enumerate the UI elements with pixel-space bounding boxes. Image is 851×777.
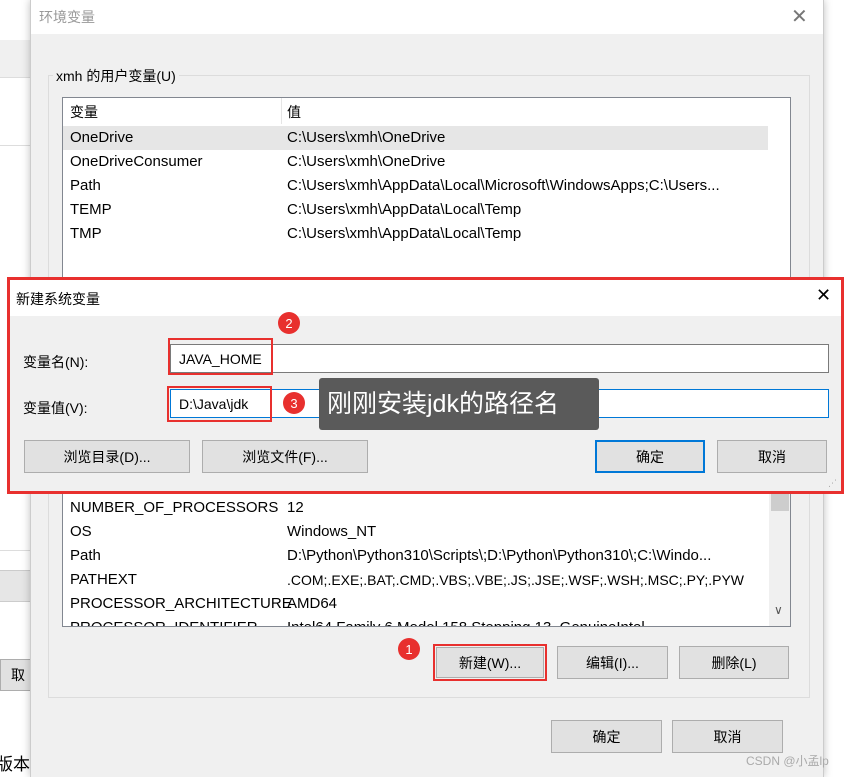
close-icon[interactable]: ✕ bbox=[816, 285, 831, 306]
background-cancel-button[interactable]: 取 bbox=[0, 659, 32, 691]
var-value: C:\Users\xmh\AppData\Local\Temp bbox=[287, 225, 522, 242]
user-variables-label: xmh 的用户变量(U) bbox=[53, 66, 179, 86]
background-version-text: 版本 bbox=[0, 755, 30, 774]
title-bar: 环境变量 ✕ bbox=[31, 0, 823, 34]
close-icon[interactable]: ✕ bbox=[791, 4, 808, 29]
new-var-cancel-button[interactable]: 取消 bbox=[717, 440, 827, 473]
table-row[interactable]: PROCESSOR_IDENTIFIER Intel64 Family 6 Mod… bbox=[63, 616, 768, 626]
browse-file-button[interactable]: 浏览文件(F)... bbox=[202, 440, 368, 473]
table-row[interactable]: PATHEXT .COM;.EXE;.BAT;.CMD;.VBS;.VBE;.JS… bbox=[63, 568, 768, 592]
annotation-tooltip: 刚刚安装jdk的路径名 bbox=[319, 378, 599, 430]
var-value: D:\Python\Python310\Scripts\;D:\Python\P… bbox=[287, 547, 712, 564]
scrollbar[interactable]: ∨ bbox=[769, 471, 790, 626]
table-row[interactable]: TEMP C:\Users\xmh\AppData\Local\Temp bbox=[63, 198, 768, 222]
browse-directory-button[interactable]: 浏览目录(D)... bbox=[24, 440, 190, 473]
var-value: C:\Users\xmh\AppData\Local\Temp bbox=[287, 201, 522, 218]
column-header-variable[interactable]: 变量 bbox=[70, 102, 98, 122]
column-header-value[interactable]: 值 bbox=[287, 102, 301, 122]
var-value: Intel64 Family 6 Model 158 Stepping 13, … bbox=[287, 616, 645, 626]
edit-variable-button[interactable]: 编辑(I)... bbox=[557, 646, 668, 679]
step-badge-1: 1 bbox=[398, 638, 420, 660]
var-value: 12 bbox=[287, 499, 304, 516]
var-name: TMP bbox=[70, 225, 102, 242]
step-badge-3: 3 bbox=[283, 392, 305, 414]
ok-button[interactable]: 确定 bbox=[551, 720, 662, 753]
scrollbar-thumb[interactable] bbox=[771, 491, 789, 511]
var-name: OS bbox=[70, 523, 92, 540]
step-badge-2: 2 bbox=[278, 312, 300, 334]
table-row[interactable]: Path D:\Python\Python310\Scripts\;D:\Pyth… bbox=[63, 544, 768, 568]
dialog-title: 环境变量 bbox=[39, 9, 95, 25]
watermark: CSDN @小孟lp bbox=[746, 754, 829, 768]
var-value: AMD64 bbox=[287, 595, 338, 612]
table-row[interactable]: NUMBER_OF_PROCESSORS 12 bbox=[63, 496, 768, 520]
var-name: PROCESSOR_ARCHITECTURE bbox=[70, 595, 292, 612]
scroll-down-icon[interactable]: ∨ bbox=[774, 603, 783, 617]
table-row[interactable]: TMP C:\Users\xmh\AppData\Local\Temp bbox=[63, 222, 768, 246]
var-value: C:\Users\xmh\OneDrive bbox=[287, 129, 446, 146]
delete-variable-button[interactable]: 删除(L) bbox=[679, 646, 789, 679]
variable-value-label: 变量值(V): bbox=[23, 400, 88, 416]
table-row[interactable]: OneDriveConsumer C:\Users\xmh\OneDrive bbox=[63, 150, 768, 174]
var-name: PATHEXT bbox=[70, 571, 137, 588]
cancel-button[interactable]: 取消 bbox=[672, 720, 783, 753]
resize-grip-icon[interactable]: ⋰ bbox=[828, 478, 837, 489]
var-value: .COM;.EXE;.BAT;.CMD;.VBS;.VBE;.JS;.JSE;.… bbox=[287, 572, 745, 588]
value-highlight bbox=[167, 386, 272, 422]
var-name: OneDriveConsumer bbox=[70, 153, 203, 170]
var-name: OneDrive bbox=[70, 129, 134, 146]
var-value: C:\Users\xmh\OneDrive bbox=[287, 153, 446, 170]
dialog-title: 新建系统变量 bbox=[16, 291, 100, 307]
list-header: 变量 值 bbox=[63, 98, 769, 124]
var-name: PROCESSOR_IDENTIFIER bbox=[70, 616, 258, 626]
var-name: Path bbox=[70, 177, 101, 194]
var-value: Windows_NT bbox=[287, 523, 377, 540]
var-value: C:\Users\xmh\AppData\Local\Microsoft\Win… bbox=[287, 177, 720, 194]
table-row[interactable]: OS Windows_NT bbox=[63, 520, 768, 544]
var-name: NUMBER_OF_PROCESSORS bbox=[70, 499, 279, 516]
table-row[interactable]: PROCESSOR_ARCHITECTURE AMD64 bbox=[63, 592, 768, 616]
var-name: Path bbox=[70, 547, 101, 564]
new-var-ok-button[interactable]: 确定 bbox=[595, 440, 705, 473]
table-row[interactable]: Path C:\Users\xmh\AppData\Local\Microsoft… bbox=[63, 174, 768, 198]
new-button-highlight bbox=[433, 644, 547, 681]
table-row[interactable]: OneDrive C:\Users\xmh\OneDrive bbox=[63, 126, 768, 150]
name-highlight bbox=[168, 338, 273, 375]
var-name: TEMP bbox=[70, 201, 112, 218]
user-variables-list[interactable]: 变量 值 OneDrive C:\Users\xmh\OneDrive OneDr… bbox=[62, 97, 791, 287]
variable-name-label: 变量名(N): bbox=[23, 354, 89, 370]
